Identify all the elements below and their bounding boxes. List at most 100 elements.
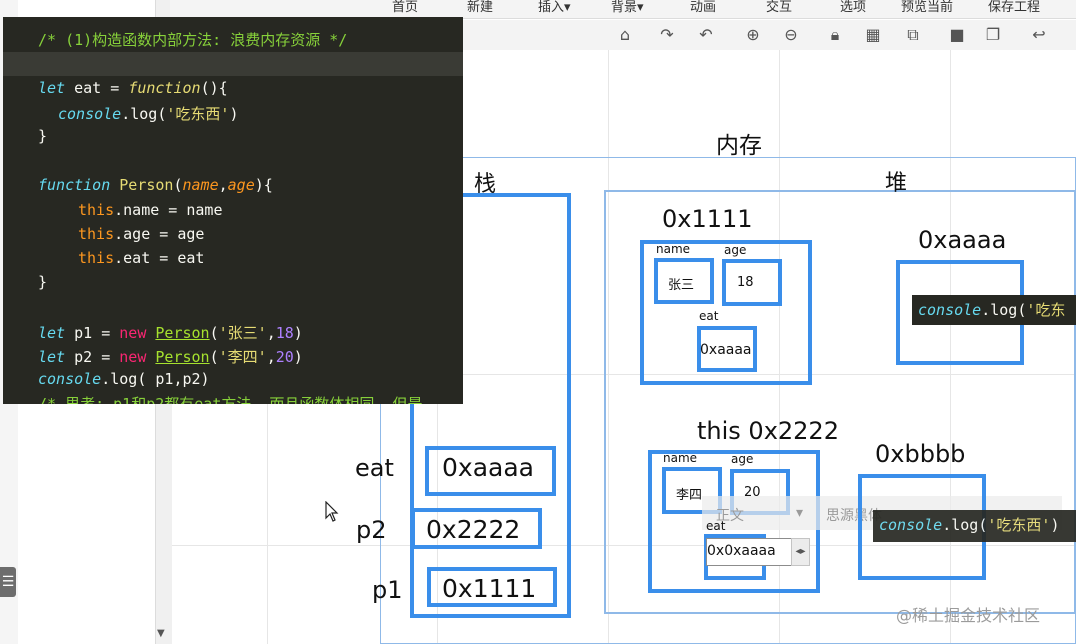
redo-icon[interactable]: ↷: [656, 25, 678, 45]
code-token: (: [209, 348, 219, 366]
code-token: let: [38, 348, 66, 366]
fn-a-code-str: '吃东: [1026, 301, 1066, 319]
code-token: ,: [266, 324, 276, 342]
code-token: }: [38, 273, 48, 291]
obj2-name-value: 李四: [676, 488, 703, 503]
watermark: @稀土掘金技术社区: [896, 606, 1041, 625]
copy-icon[interactable]: ❐: [982, 25, 1004, 45]
zoom-in-icon[interactable]: ⊕: [742, 25, 764, 45]
code-token: .eat = eat: [114, 249, 205, 267]
code-token: new: [119, 324, 147, 342]
code-token: .age = age: [114, 225, 205, 243]
code-token: }: [38, 127, 48, 145]
code-line-3: let eat = function(){: [38, 79, 228, 97]
stack-value-eat: 0xaaaa: [442, 453, 534, 482]
code-token: ,: [218, 176, 228, 194]
code-line-4: console.log('吃东西'): [58, 103, 238, 124]
code-token: let: [38, 324, 66, 342]
menu-icon[interactable]: ☰: [0, 567, 16, 597]
fn-b-code-str: '吃东西': [987, 516, 1051, 534]
menu-options[interactable]: 选项: [840, 0, 866, 15]
resize-handle-icon[interactable]: ◂▸: [791, 538, 810, 566]
stack-label-p1: p1: [372, 576, 403, 604]
code-token: 18: [275, 324, 294, 342]
code-token: this: [78, 225, 115, 243]
code-token: '吃东西': [166, 105, 230, 123]
code-token: ): [293, 324, 303, 342]
fn-b-address: 0xbbbb: [875, 440, 966, 468]
menu-animation[interactable]: 动画: [690, 0, 716, 15]
code-line-16: /* 思考: p1和p2都有eat方法, 而且函数体相同, 但是: [38, 393, 423, 404]
code-token: age: [227, 176, 255, 194]
toolbar: ⌂ ↷ ↶ ⊕ ⊖ 🔒︎ ▦ ⧉ ■ ❐ ↩: [462, 20, 1076, 51]
code-token: Person: [155, 348, 210, 366]
undo-icon[interactable]: ↶: [695, 25, 717, 45]
back-icon[interactable]: ↩: [1028, 25, 1050, 45]
code-token: ): [229, 105, 239, 123]
code-token: '张三': [218, 324, 267, 342]
code-token: function: [128, 79, 201, 97]
obj1-address: 0x1111: [662, 205, 753, 233]
chevron-down-icon[interactable]: ▾: [796, 505, 803, 521]
obj2-age-label: age: [731, 452, 754, 466]
code-line-1: /* (1)构造函数内部方法: 浪费内存资源 */: [38, 29, 347, 50]
home-icon[interactable]: ⌂: [614, 25, 636, 45]
fn-b-code: console.log('吃东西'): [873, 510, 1076, 542]
code-token: ){: [254, 176, 273, 194]
code-line-7: function Person(name,age){: [38, 176, 273, 194]
memory-title: 内存: [716, 133, 762, 159]
code-token: console: [58, 105, 122, 123]
fn-a-address: 0xaaaa: [918, 226, 1007, 254]
code-token: ): [293, 348, 303, 366]
code-token: ,: [266, 348, 276, 366]
fn-b-code-end: ): [1050, 516, 1060, 534]
obj1-age-value: 18: [737, 275, 754, 290]
obj2-eat-value[interactable]: 0x0xaaaa: [707, 543, 776, 559]
stack-value-p2: 0x2222: [426, 515, 521, 544]
code-token: this: [78, 201, 115, 219]
code-token: p1 =: [65, 324, 120, 342]
menu-insert[interactable]: 插入▾: [538, 0, 571, 15]
menu-interaction[interactable]: 交互: [766, 0, 792, 15]
code-token: .log(: [121, 105, 167, 123]
menu-home[interactable]: 首页: [392, 0, 418, 15]
code-token: .name = name: [114, 201, 223, 219]
square-icon[interactable]: ■: [946, 25, 968, 45]
code-line-8: this.name = name: [78, 201, 223, 219]
obj1-name-label: name: [656, 242, 691, 256]
code-editor[interactable]: /* (1)构造函数内部方法: 浪费内存资源 */ let eat = func…: [3, 17, 463, 404]
fn-b-code-mid: .log(: [942, 516, 988, 534]
code-token: console: [38, 370, 102, 388]
code-token: eat =: [65, 79, 129, 97]
code-line-9: this.age = age: [78, 225, 204, 243]
code-token: .log( p1,p2): [101, 370, 210, 388]
code-token: (: [209, 324, 219, 342]
grid-icon[interactable]: ▦: [862, 25, 884, 45]
code-line-13: let p1 = new Person('张三',18): [38, 322, 303, 343]
lock-icon[interactable]: 🔒︎: [824, 25, 846, 45]
code-line-14: let p2 = new Person('李四',20): [38, 346, 303, 367]
code-token: (: [173, 176, 183, 194]
code-token: name: [182, 176, 219, 194]
code-line-10: this.eat = eat: [78, 249, 204, 267]
obj2-eat-label: eat: [706, 519, 726, 533]
menu-background[interactable]: 背景▾: [611, 0, 644, 15]
menu-new[interactable]: 新建: [467, 0, 493, 15]
stack-label-eat: eat: [355, 454, 394, 482]
code-token: (){: [200, 79, 228, 97]
menu-preview-current[interactable]: 预览当前: [901, 0, 953, 15]
menu-save-project[interactable]: 保存工程: [988, 0, 1040, 15]
fn-a-code-mid: .log(: [981, 301, 1027, 319]
zoom-out-icon[interactable]: ⊖: [780, 25, 802, 45]
code-comment: /* 思考: p1和p2都有eat方法, 而且函数体相同, 但是: [38, 395, 423, 404]
obj2-name-label: name: [663, 451, 698, 465]
stack-label-p2: p2: [356, 516, 387, 544]
code-token: this: [78, 249, 115, 267]
obj1-eat-label: eat: [699, 309, 719, 323]
obj1-eat-value: 0xaaaa: [700, 342, 752, 358]
code-comment: /* (1)构造函数内部方法: 浪费内存资源 */: [38, 31, 348, 49]
scroll-down-icon[interactable]: ▼: [157, 628, 165, 639]
obj1-age-label: age: [724, 243, 747, 257]
obj1-name-value: 张三: [668, 278, 695, 293]
layers-icon[interactable]: ⧉: [902, 25, 924, 45]
